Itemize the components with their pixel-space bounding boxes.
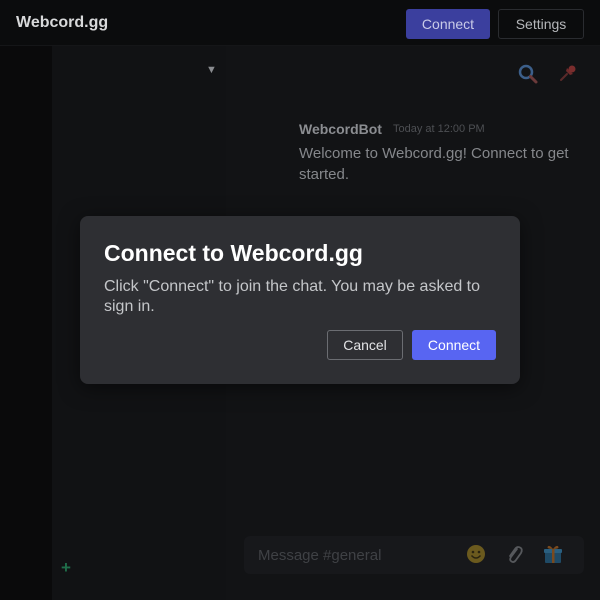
cancel-button[interactable]: Cancel <box>327 330 403 360</box>
header-connect-button[interactable]: Connect <box>406 9 490 39</box>
connect-dialog: Connect to Webcord.gg Click "Connect" to… <box>80 216 520 384</box>
top-bar: Webcord.gg Connect Settings <box>0 0 600 46</box>
dialog-title: Connect to Webcord.gg <box>104 240 363 266</box>
message-timestamp: Today at 12:00 PM <box>393 123 485 135</box>
gift-icon[interactable] <box>542 543 564 565</box>
message-text: Welcome to Webcord.gg! Connect to get st… <box>299 145 569 183</box>
server-rail <box>0 46 52 600</box>
dialog-message: Click "Connect" to join the chat. You ma… <box>104 278 481 315</box>
connect-button[interactable]: Connect <box>412 330 496 360</box>
emoji-icon[interactable] <box>465 543 487 565</box>
app-title: Webcord.gg <box>16 14 109 31</box>
pin-icon[interactable] <box>557 62 579 84</box>
message-author[interactable]: WebcordBot <box>299 121 382 137</box>
add-channel-icon[interactable]: + <box>61 558 71 578</box>
header-settings-button[interactable]: Settings <box>498 9 584 39</box>
chevron-down-icon[interactable]: ▼ <box>206 64 217 76</box>
search-icon[interactable] <box>517 63 539 85</box>
paperclip-icon[interactable] <box>503 543 525 565</box>
message-input[interactable] <box>258 546 448 564</box>
